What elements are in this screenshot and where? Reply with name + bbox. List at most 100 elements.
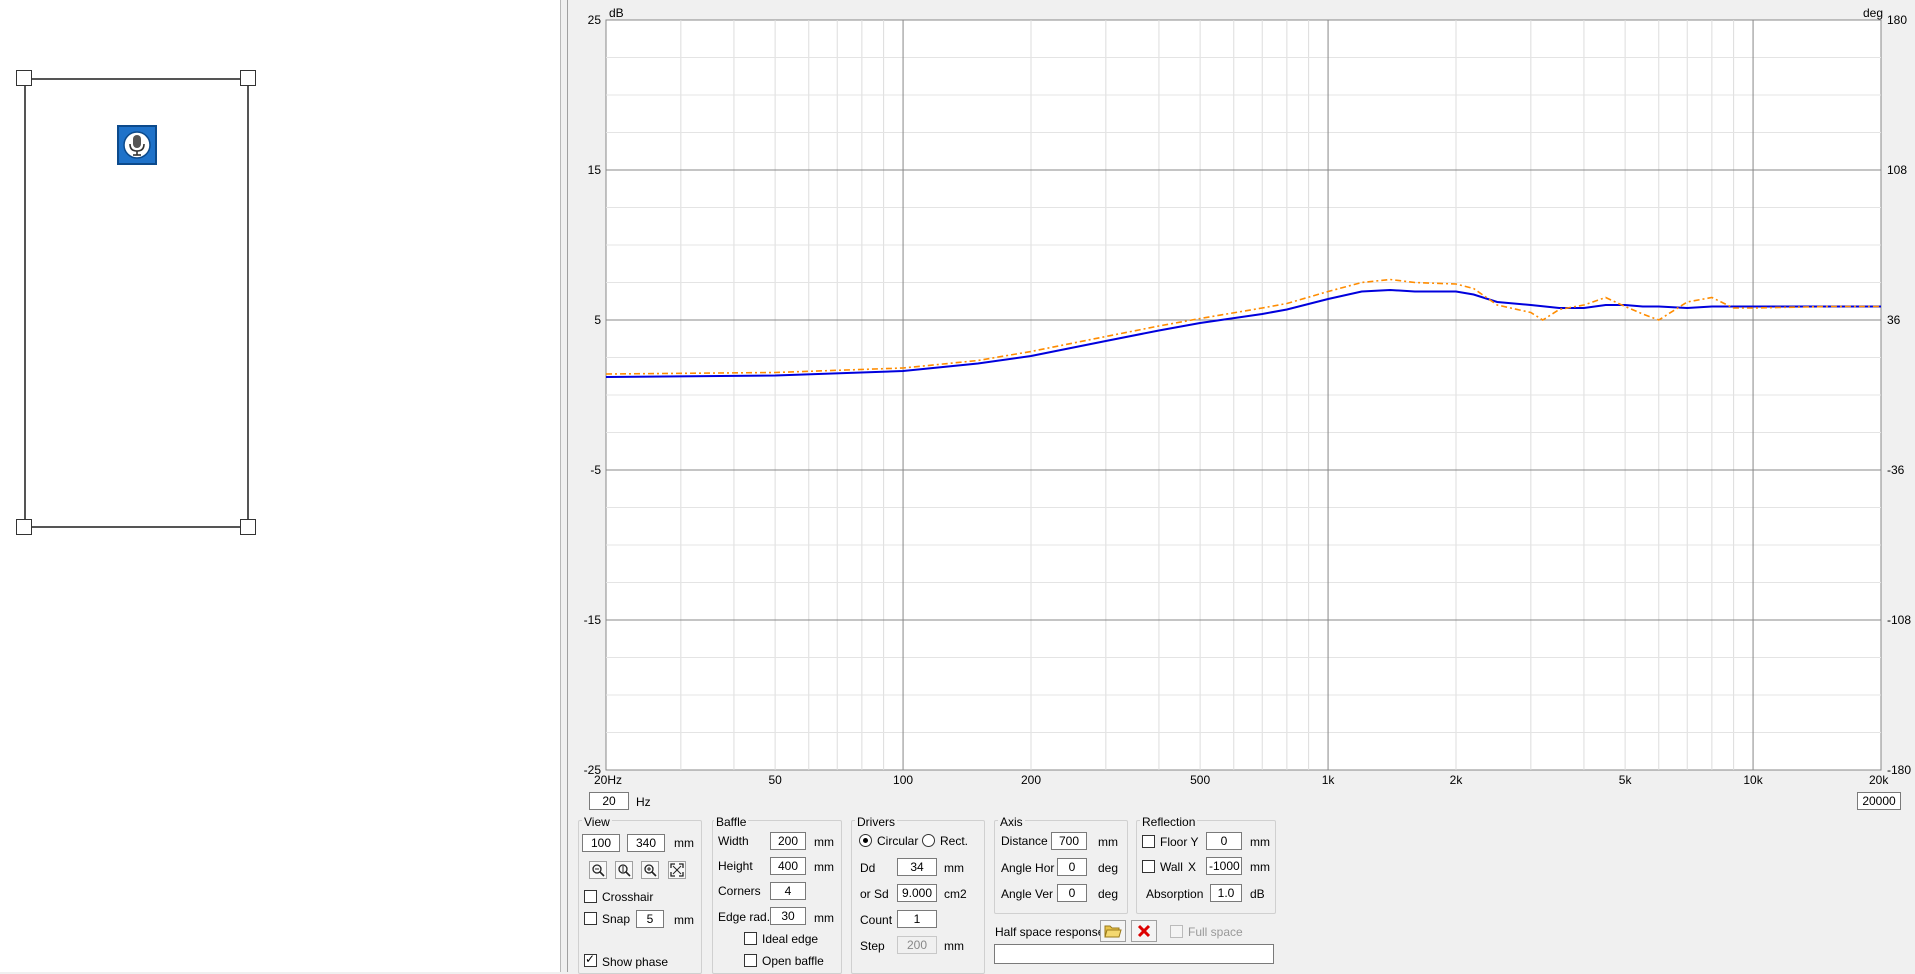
y2-tick-label: -108 xyxy=(1887,613,1911,627)
baffle-width-input[interactable]: 200 xyxy=(770,832,806,850)
x-tick-label: 100 xyxy=(893,773,913,787)
delete-half-space-button[interactable] xyxy=(1131,920,1157,942)
y-tick-labels: 25 15 5 -5 -15 -25 xyxy=(584,13,602,777)
baffle-corners-input[interactable]: 4 xyxy=(770,882,806,900)
snap-unit: mm xyxy=(674,913,694,927)
zoom-in-icon xyxy=(644,864,657,877)
open-baffle-checkbox[interactable] xyxy=(744,954,757,967)
zoom-fit-height-icon xyxy=(618,864,631,877)
y-tick-label: 25 xyxy=(588,13,602,27)
drivers-group-title: Drivers xyxy=(855,815,897,829)
baffle-edge-input[interactable]: 30 xyxy=(770,907,806,925)
sd-input[interactable]: 9.000 xyxy=(897,884,937,902)
freq-low-unit: Hz xyxy=(636,795,651,809)
zoom-in-button[interactable] xyxy=(641,861,659,879)
resize-handle-bottom-right[interactable] xyxy=(240,519,256,535)
ideal-edge-checkbox[interactable] xyxy=(744,932,757,945)
y2-unit-label: deg xyxy=(1863,6,1883,20)
angle-hor-unit: deg xyxy=(1098,861,1119,875)
count-label: Count xyxy=(860,913,893,927)
microphone-icon[interactable] xyxy=(117,125,157,165)
x-tick-labels: 20Hz 50 100 200 500 1k 2k 5k 10k 20k xyxy=(594,773,1889,787)
zoom-fit-height-button[interactable] xyxy=(615,861,633,879)
sd-unit: cm2 xyxy=(944,887,967,901)
y2-tick-label: 180 xyxy=(1887,13,1907,27)
zoom-extents-button[interactable] xyxy=(668,861,686,879)
distance-unit: mm xyxy=(1098,835,1118,849)
crosshair-label: Crosshair xyxy=(602,890,654,904)
circular-radio[interactable] xyxy=(859,834,872,847)
view-x-input[interactable]: 100 xyxy=(582,834,620,852)
y-unit-label: dB xyxy=(609,6,624,20)
view-y-input[interactable]: 340 xyxy=(627,834,665,852)
step-input[interactable]: 200 xyxy=(897,936,937,954)
y-tick-label: -5 xyxy=(590,463,601,477)
floor-input[interactable]: 0 xyxy=(1206,832,1242,850)
freq-low-input[interactable]: 20 xyxy=(589,792,629,810)
zoom-extents-icon xyxy=(670,863,684,877)
dd-label: Dd xyxy=(860,861,876,875)
zoom-out-icon xyxy=(592,864,605,877)
full-space-label: Full space xyxy=(1188,925,1243,939)
half-space-path-input[interactable] xyxy=(994,944,1274,964)
angle-hor-input[interactable]: 0 xyxy=(1057,858,1087,876)
show-phase-checkbox[interactable] xyxy=(584,952,597,967)
delete-icon xyxy=(1137,924,1151,938)
circular-label: Circular xyxy=(877,834,919,848)
x-tick-label: 200 xyxy=(1021,773,1041,787)
y2-tick-label: -36 xyxy=(1887,463,1905,477)
dd-unit: mm xyxy=(944,861,964,875)
show-phase-label: Show phase xyxy=(602,955,669,969)
y2-tick-label: 108 xyxy=(1887,163,1907,177)
y2-tick-label: 36 xyxy=(1887,313,1901,327)
wall-label: Wall xyxy=(1160,860,1183,874)
snap-label: Snap xyxy=(602,912,631,926)
baffle-height-input[interactable]: 400 xyxy=(770,857,806,875)
step-label: Step xyxy=(860,939,885,953)
angle-ver-input[interactable]: 0 xyxy=(1057,884,1087,902)
minor-grid xyxy=(606,20,1881,770)
rect-radio[interactable] xyxy=(922,834,935,847)
angle-hor-label: Angle Hor xyxy=(1001,861,1055,875)
resize-handle-top-right[interactable] xyxy=(240,70,256,86)
y-tick-label: -15 xyxy=(584,613,602,627)
y-tick-label: 5 xyxy=(594,313,601,327)
dd-input[interactable]: 34 xyxy=(897,858,937,876)
baffle-corners-label: Corners xyxy=(718,884,761,898)
x-tick-label: 50 xyxy=(768,773,782,787)
folder-open-icon xyxy=(1104,925,1122,938)
frequency-response-chart[interactable]: 20Hz 50 100 200 500 1k 2k 5k 10k 20k 25155-5-15-2… xyxy=(567,0,1915,795)
view-group-title: View xyxy=(582,815,612,829)
floor-checkbox[interactable] xyxy=(1142,835,1155,848)
wall-input[interactable]: -1000 xyxy=(1206,857,1242,875)
y-tick-label: 15 xyxy=(588,163,602,177)
baffle-height-label: Height xyxy=(718,859,753,873)
wall-checkbox[interactable] xyxy=(1142,860,1155,873)
snap-input[interactable]: 5 xyxy=(636,910,664,928)
full-space-checkbox[interactable] xyxy=(1170,925,1183,938)
baffle-view-canvas[interactable] xyxy=(0,0,561,972)
step-unit: mm xyxy=(944,939,964,953)
y-tick-label: -25 xyxy=(584,763,602,777)
distance-label: Distance xyxy=(1001,834,1048,848)
reflection-group-title: Reflection xyxy=(1140,815,1198,829)
x-tick-label: 1k xyxy=(1322,773,1336,787)
y2-tick-labels: 180 108 36 -36 -108 -180 xyxy=(1887,13,1911,777)
count-input[interactable]: 1 xyxy=(897,910,937,928)
distance-input[interactable]: 700 xyxy=(1051,832,1087,850)
y2-tick-label: -180 xyxy=(1887,763,1911,777)
crosshair-checkbox[interactable] xyxy=(584,890,597,903)
absorption-input[interactable]: 1.0 xyxy=(1210,884,1242,902)
baffle-edge-label: Edge rad. xyxy=(718,910,771,924)
resize-handle-top-left[interactable] xyxy=(16,70,32,86)
baffle-height-unit: mm xyxy=(814,860,834,874)
freq-high-input[interactable]: 20000 xyxy=(1857,792,1901,810)
x-tick-label: 2k xyxy=(1450,773,1464,787)
resize-handle-bottom-left[interactable] xyxy=(16,519,32,535)
snap-checkbox[interactable] xyxy=(584,912,597,925)
sd-label: or Sd xyxy=(860,887,889,901)
wall-axis-label: X xyxy=(1188,860,1197,874)
baffle-width-unit: mm xyxy=(814,835,834,849)
zoom-out-button[interactable] xyxy=(589,861,607,879)
open-half-space-button[interactable] xyxy=(1100,920,1126,942)
